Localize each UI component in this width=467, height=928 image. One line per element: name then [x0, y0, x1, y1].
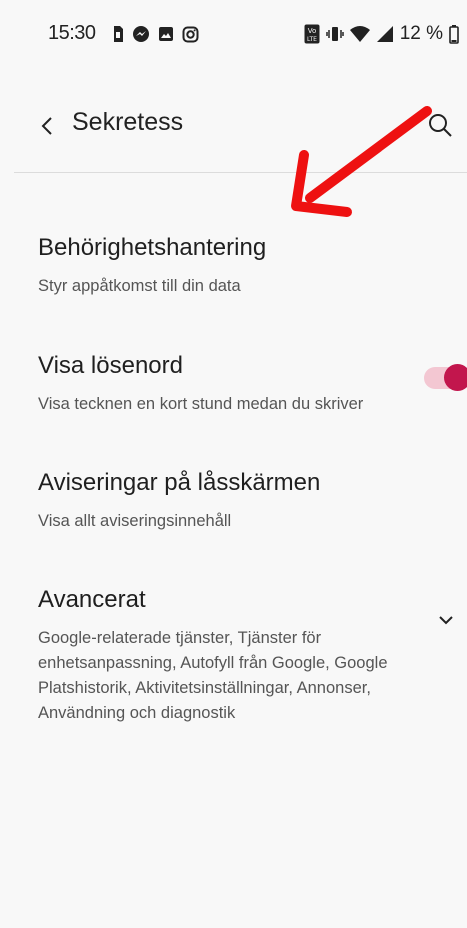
- search-icon: [429, 114, 452, 137]
- setting-summary: Google-relaterade tjänster, Tjänster för…: [38, 629, 388, 722]
- notification-icons: [112, 24, 199, 44]
- setting-lockscreen-notifications[interactable]: Aviseringar på låsskärmen Visa allt avis…: [38, 469, 438, 534]
- signal-icon: [376, 26, 393, 42]
- setting-title: Behörighetshantering: [38, 234, 267, 261]
- status-bar: 15:30 Vo LTE 12 %: [0, 0, 467, 70]
- back-button[interactable]: [34, 106, 60, 146]
- setting-permission-manager[interactable]: Behörighetshantering Styr appåtkomst til…: [38, 234, 438, 299]
- page-title: Sekretess: [72, 108, 184, 136]
- toolbar: Sekretess: [0, 98, 467, 154]
- setting-summary: Visa allt aviseringsinnehåll: [38, 512, 232, 530]
- svg-text:LTE: LTE: [307, 36, 317, 43]
- show-passwords-toggle[interactable]: [424, 363, 467, 391]
- setting-title: Visa lösenord: [38, 352, 183, 379]
- battery-icon: [449, 24, 459, 44]
- toolbar-divider: [14, 172, 467, 173]
- battery-percentage: 12 %: [399, 23, 443, 44]
- setting-title: Avancerat: [38, 586, 146, 613]
- vibrate-icon: [325, 27, 344, 41]
- toggle-thumb: [444, 364, 467, 391]
- instagram-icon: [182, 26, 199, 42]
- volte-icon: Vo LTE: [304, 24, 320, 44]
- setting-title: Aviseringar på låsskärmen: [38, 469, 321, 496]
- system-status-icons: Vo LTE 12 %: [304, 23, 459, 44]
- back-chevron-icon: [41, 117, 52, 135]
- sim-icon: [114, 26, 123, 42]
- status-time: 15:30: [48, 22, 96, 44]
- setting-show-passwords[interactable]: Visa lösenord Visa tecknen en kort stund…: [38, 352, 416, 417]
- svg-text:Vo: Vo: [307, 27, 316, 35]
- messenger-icon: [133, 26, 149, 42]
- advanced-expand-button[interactable]: [432, 606, 460, 634]
- setting-summary: Styr appåtkomst till din data: [38, 277, 241, 295]
- chevron-down-icon: [439, 616, 453, 625]
- wifi-icon: [349, 26, 370, 42]
- gallery-icon: [159, 27, 173, 41]
- search-button[interactable]: [423, 108, 457, 142]
- setting-summary: Visa tecknen en kort stund medan du skri…: [38, 395, 364, 413]
- setting-advanced[interactable]: Avancerat Google-relaterade tjänster, Tj…: [38, 586, 410, 726]
